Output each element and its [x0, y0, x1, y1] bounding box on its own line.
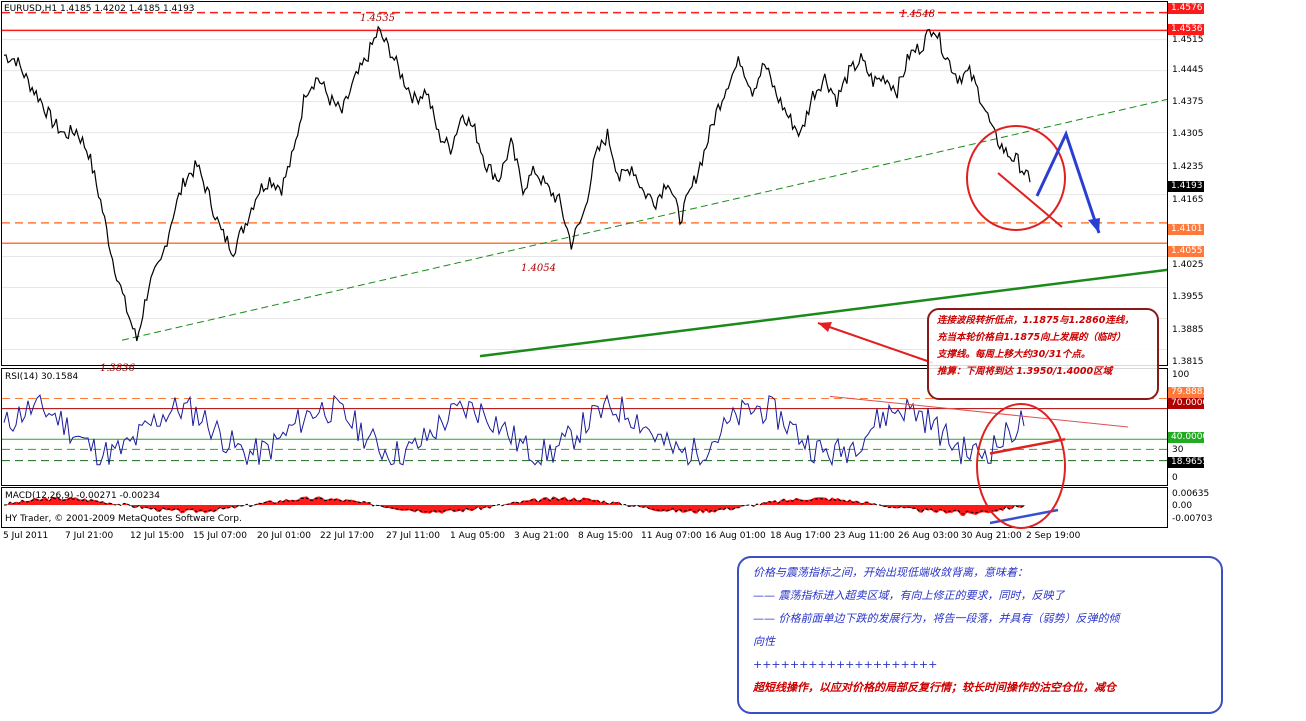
trough-label: 1.3836 — [100, 363, 135, 374]
time-axis-label: 18 Aug 17:00 — [770, 531, 831, 541]
macd-title: MACD(12,26,9) -0.00271 -0.00234 — [5, 491, 161, 501]
time-axis-label: 1 Aug 05:00 — [450, 531, 505, 541]
price-axis-label: 1.3955 — [1172, 292, 1204, 302]
peak-label: 1.4535 — [360, 13, 395, 24]
note-line: 支撑线。每周上移大约30/31个点。 — [937, 349, 1091, 360]
support-line-note: 连接波段转折低点，1.1875与1.2860连线， 充当本轮价格自1.1875向… — [927, 308, 1159, 400]
time-axis-label: 7 Jul 21:00 — [65, 531, 114, 541]
chart-symbol-header: EURUSD,H1 1.4185 1.4202 1.4185 1.4193 — [4, 4, 195, 14]
rsi-axis-label: 100 — [1172, 370, 1190, 380]
note-line: —— 震荡指标进入超卖区域，有向上修正的要求，同时，反映了 — [753, 589, 1065, 602]
time-axis-label: 26 Aug 03:00 — [898, 531, 959, 541]
arrow-head — [1088, 218, 1100, 233]
price-axis-label: 1.4165 — [1172, 195, 1204, 205]
time-axis-label: 27 Jul 11:00 — [386, 531, 440, 541]
time-axis-label: 16 Aug 01:00 — [705, 531, 766, 541]
highlight-circle — [966, 125, 1066, 231]
time-axis-label: 22 Jul 17:00 — [320, 531, 374, 541]
macd-axis-label: 0.00 — [1172, 501, 1193, 511]
price-axis-label: 1.4515 — [1172, 35, 1204, 45]
time-axis-label: 23 Aug 11:00 — [834, 531, 895, 541]
rsi-tag: 18.9655 — [1168, 457, 1208, 468]
trend-line-dashed — [121, 98, 1168, 341]
price-tag-current: 1.4193 — [1168, 181, 1204, 192]
price-series-line — [3, 25, 1031, 342]
chart-window: EURUSD,H1 1.4185 1.4202 1.4185 1.4193 1.… — [0, 0, 1306, 721]
price-tag-support: 1.4055 — [1168, 246, 1204, 257]
time-axis-label: 2 Sep 19:00 — [1026, 531, 1081, 541]
time-axis-label: 8 Aug 15:00 — [578, 531, 633, 541]
rsi-tag: 40.0000 — [1168, 432, 1208, 443]
rsi-tag: 70.0000 — [1168, 398, 1208, 409]
note-line: 充当本轮价格自1.1875向上发展的（临时） — [937, 332, 1126, 343]
rsi-series-line — [3, 393, 1025, 467]
note-line: 价格与震荡指标之间，开始出现低端收敛背离，意味着： — [753, 566, 1028, 579]
note-line: 推算：下周将到达 1.3950/1.4000区域 — [937, 366, 1113, 377]
rsi-tag: 79.8883 — [1168, 387, 1208, 398]
price-axis-label: 1.4025 — [1172, 260, 1204, 270]
price-axis-label: 1.4445 — [1172, 65, 1204, 75]
price-tag-resistance: 1.4536 — [1168, 24, 1204, 35]
note-line: 向性 — [753, 635, 775, 648]
price-axis-label: 1.4235 — [1172, 162, 1204, 172]
divergence-circle — [976, 403, 1066, 529]
price-tag-high-dashed: 1.4576 — [1168, 3, 1204, 14]
price-axis-label: 1.3885 — [1172, 325, 1204, 335]
price-axis-label: 1.3815 — [1172, 357, 1204, 367]
peak-label: 1.4548 — [900, 9, 935, 20]
time-axis-label: 3 Aug 21:00 — [514, 531, 569, 541]
time-axis-label: 5 Jul 2011 — [3, 531, 49, 541]
copyright-text: HY Trader, © 2001-2009 MetaQuotes Softwa… — [5, 514, 242, 524]
note-line: 超短线操作，以应对价格的局部反复行情；较长时间操作的沽空仓位，减仓 — [753, 681, 1116, 694]
note-line: ++++++++++++++++++++ — [753, 658, 938, 671]
time-axis-label: 20 Jul 01:00 — [257, 531, 311, 541]
price-tag-support-dashed: 1.4101 — [1168, 224, 1204, 235]
rsi-axis-label: 0 — [1172, 473, 1178, 483]
time-axis-label: 12 Jul 15:00 — [130, 531, 184, 541]
rsi-divergence-line — [989, 437, 1066, 455]
trough-label: 1.4054 — [521, 263, 556, 274]
rsi-axis-label: 30 — [1172, 445, 1184, 455]
divergence-note: 价格与震荡指标之间，开始出现低端收敛背离，意味着： —— 震荡指标进入超卖区域，… — [737, 556, 1223, 714]
macd-axis-label: -0.00703 — [1172, 514, 1213, 524]
note-line: —— 价格前面单边下跌的发展行为，将告一段落，并具有（弱势）反弹的倾 — [753, 612, 1120, 625]
rsi-title: RSI(14) 30.1584 — [5, 372, 79, 382]
arrow-head — [818, 322, 832, 332]
time-axis-label: 11 Aug 07:00 — [641, 531, 702, 541]
note-pointer-arrow — [817, 322, 934, 364]
time-axis-label: 30 Aug 21:00 — [961, 531, 1022, 541]
time-axis-label: 15 Jul 07:00 — [193, 531, 247, 541]
macd-axis-label: 0.00635 — [1172, 489, 1210, 499]
price-axis-label: 1.4305 — [1172, 129, 1204, 139]
price-axis-label: 1.4375 — [1172, 97, 1204, 107]
note-line: 连接波段转折低点，1.1875与1.2860连线， — [937, 315, 1134, 326]
